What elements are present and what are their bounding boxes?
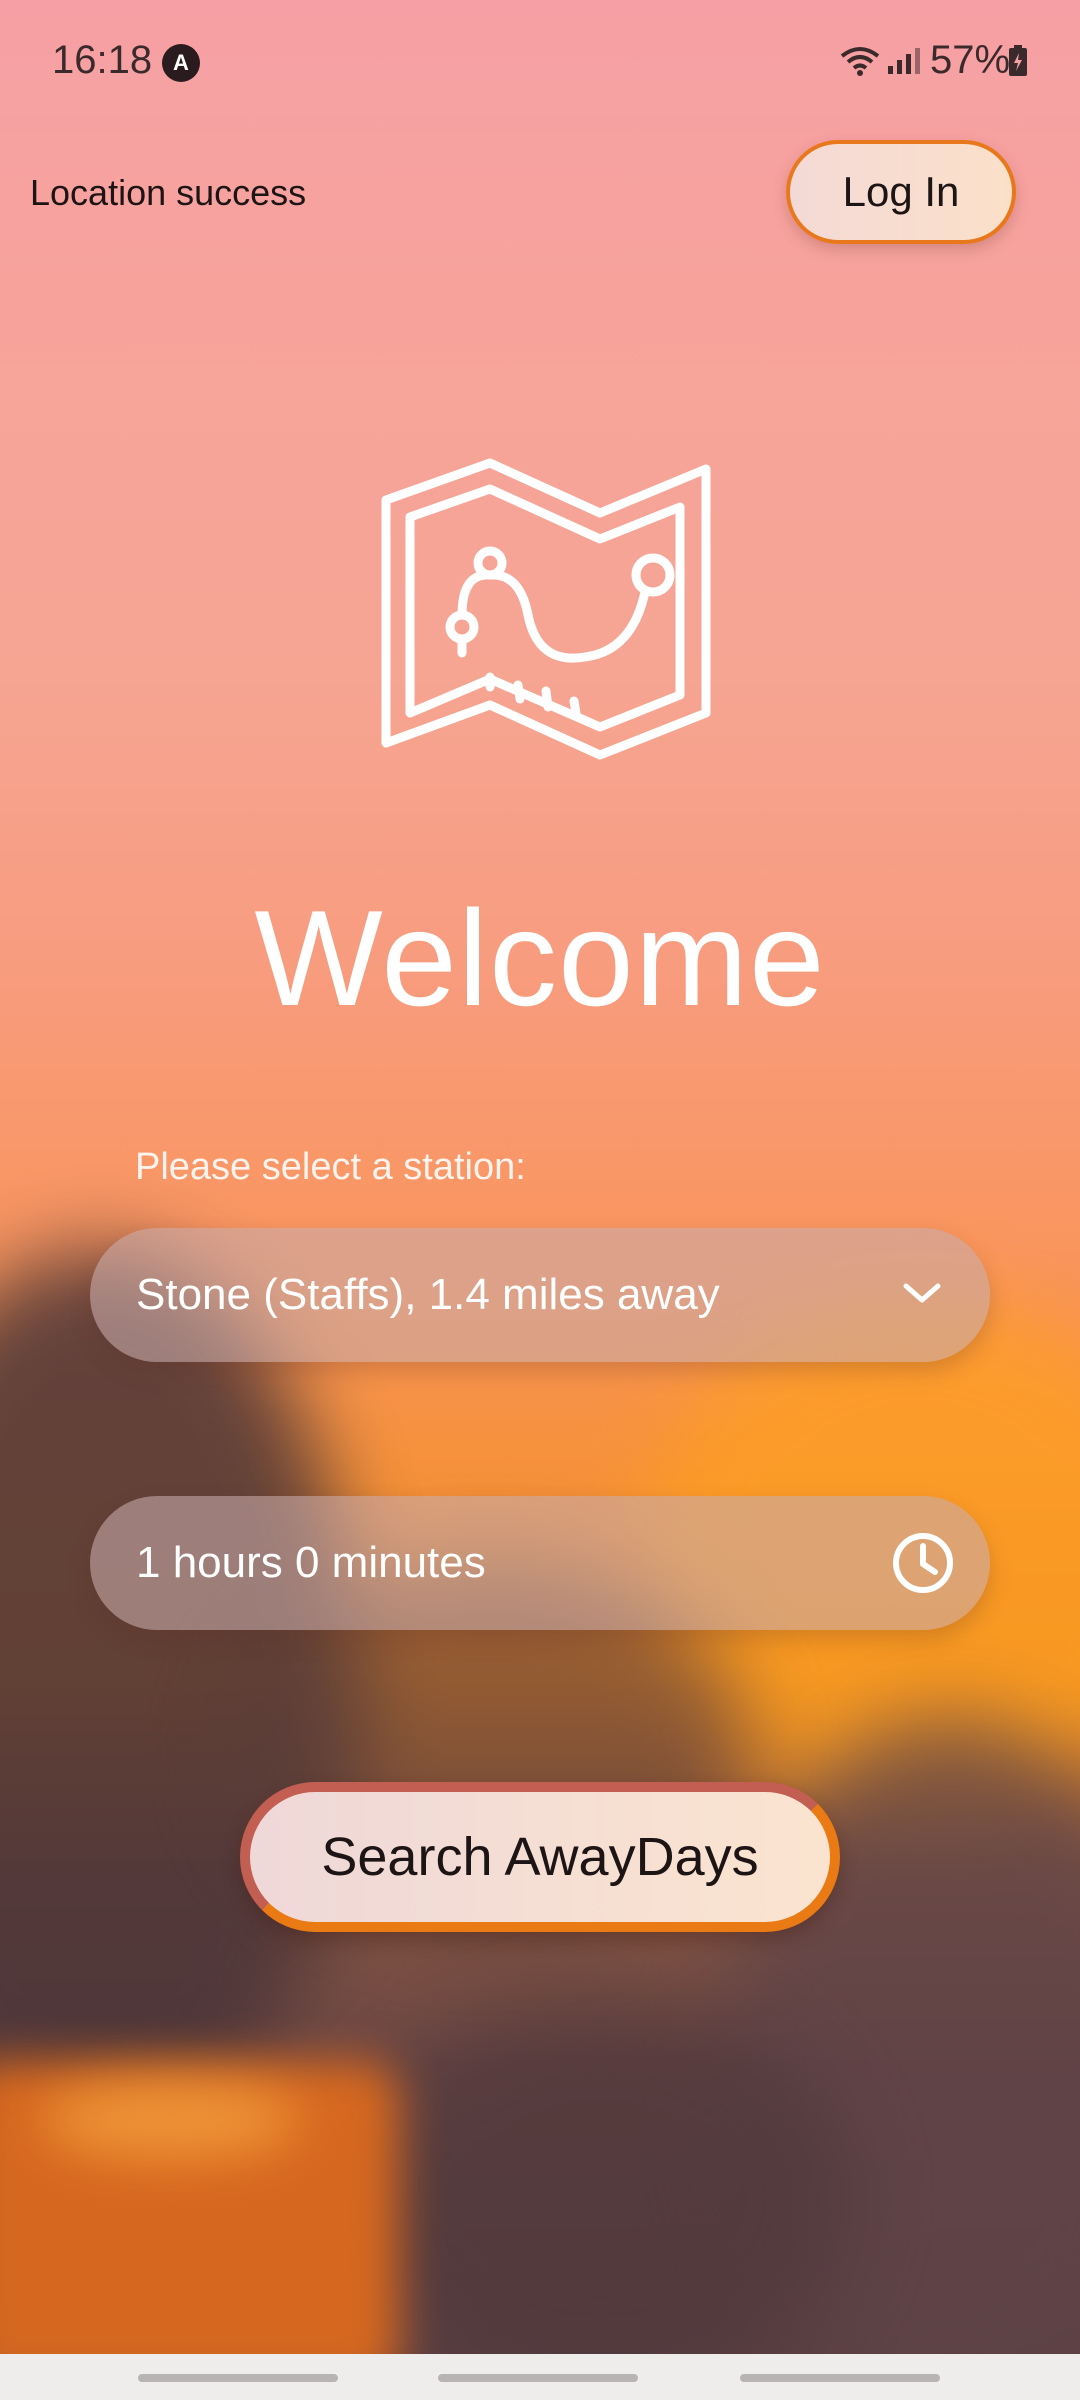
- status-bar: 16:18 A 57%: [0, 0, 1080, 120]
- nav-back-button[interactable]: [740, 2374, 940, 2382]
- login-button[interactable]: Log In: [786, 140, 1016, 244]
- app-screen: 16:18 A 57% Location success Log In Welc…: [0, 0, 1080, 2400]
- status-time: 16:18: [52, 38, 153, 82]
- search-awaydays-button[interactable]: Search AwayDays: [240, 1782, 840, 1932]
- welcome-title: Welcome: [254, 882, 826, 1034]
- battery-percentage: 57%: [930, 38, 1011, 82]
- background-tracks: [350, 2000, 850, 2400]
- background-train-highlight: [40, 2080, 300, 2160]
- app-notification-icon: A: [162, 44, 200, 82]
- signal-icon: [888, 48, 920, 74]
- station-select[interactable]: Stone (Staffs), 1.4 miles away: [90, 1228, 990, 1362]
- nav-home-button[interactable]: [438, 2374, 638, 2382]
- location-status-text: Location success: [30, 172, 307, 213]
- duration-picker[interactable]: 1 hours 0 minutes: [90, 1496, 990, 1630]
- station-label: Please select a station:: [135, 1146, 526, 1188]
- map-route-icon: [381, 458, 711, 760]
- nav-recents-button[interactable]: [138, 2374, 338, 2382]
- battery-charging-icon: [1009, 45, 1027, 76]
- wifi-icon: [840, 47, 880, 76]
- clock-icon[interactable]: [890, 1530, 956, 1596]
- station-select-value: Stone (Staffs), 1.4 miles away: [136, 1270, 720, 1319]
- system-navigation-bar: [0, 2354, 1080, 2400]
- duration-value: 1 hours 0 minutes: [136, 1538, 486, 1587]
- chevron-down-icon: [903, 1283, 941, 1303]
